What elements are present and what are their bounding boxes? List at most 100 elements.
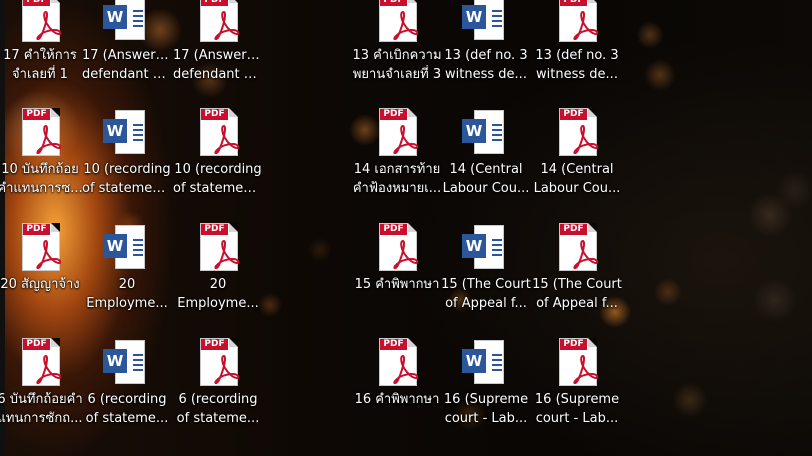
file-name-line-2: Employme... [86,296,168,311]
file-name-label: 13 (def no. 3 witness de... [441,46,531,84]
pdf-tag: PDF [380,339,407,350]
file-name-line-1: 15 (The Court [441,277,531,292]
desktop-file-pdf[interactable]: PDF 17 คำให้การ จำเลยที่ 1 [0,0,85,110]
desktop-file-word[interactable]: W 20 Employme... [82,223,172,339]
word-logo-icon: W [462,234,486,258]
desktop-file-pdf[interactable]: PDF 14 (Central Labour Cou... [532,108,622,224]
desktop-file-word[interactable]: W 15 (The Court of Appeal f... [441,223,531,339]
desktop-file-pdf[interactable]: PDF 15 คำพิพากษา [352,223,442,339]
pdf-file-icon: PDF [16,0,64,44]
desktop-file-pdf[interactable]: PDF 6 บันทึกถ้อยคำแทนการซักถ... [0,338,85,454]
file-name-label: 16 (Supreme court - Lab... [532,390,622,428]
word-logo-icon: W [103,5,127,29]
desktop-file-pdf[interactable]: PDF 10 (recording of statemen... [173,108,263,224]
pdf-file-icon: PDF [16,223,64,273]
word-logo-icon: W [103,349,127,373]
file-name-label: 16 (Supreme court - Lab... [441,390,531,428]
file-name-line-1: 6 (recording [178,392,258,407]
word-file-icon: W [462,223,510,273]
file-name-line-2: of stateme... [85,411,169,426]
word-file-icon: W [462,338,510,388]
desktop-file-pdf[interactable]: PDF 14 เอกสารท้าย คำฟ้องหมายเ... [352,108,442,224]
desktop-file-pdf[interactable]: PDF 15 (The Court of Appeal f... [532,223,622,339]
desktop-file-word[interactable]: W 6 (recording of stateme... [82,338,172,454]
file-name-line-2: of Appeal f... [445,296,527,311]
pdf-tag: PDF [201,224,228,235]
file-name-label: 6 (recording of stateme... [173,390,263,428]
pdf-tag: PDF [23,224,50,235]
desktop-file-pdf[interactable]: PDF 17 (Answer of defendant n... [173,0,263,110]
file-name-line-1: 20 [118,277,136,292]
acrobat-swirl-icon [573,124,598,154]
file-name-line-1: 20 สัญญาจ้าง [0,277,80,292]
pdf-tag: PDF [560,339,587,350]
file-name-line-2: defendant n... [82,67,172,82]
word-logo-icon: W [462,349,486,373]
pdf-tag: PDF [23,339,50,350]
pdf-file-icon: PDF [553,223,601,273]
file-name-label: 6 บันทึกถ้อยคำแทนการซักถ... [0,390,85,428]
acrobat-swirl-icon [36,10,61,40]
file-name-label: 17 คำให้การจำเลยที่ 1 [0,46,85,84]
desktop-file-pdf[interactable]: PDF 16 (Supreme court - Lab... [532,338,622,454]
file-name-line-2: witness de... [536,67,618,82]
acrobat-swirl-icon [36,354,61,384]
file-name-line-1: 6 (recording [87,392,167,407]
file-name-line-2: defendant n... [173,67,263,82]
pdf-tag: PDF [23,109,50,120]
word-logo-icon: W [103,119,127,143]
file-name-label: 14 (Central Labour Cou... [532,160,622,198]
file-name-line-2: Labour Cou... [533,181,621,196]
file-name-line-1: 14 (Central [449,162,523,177]
file-name-line-1: 6 บันทึกถ้อยคำ [0,392,83,407]
desktop-file-word[interactable]: W 13 (def no. 3 witness de... [441,0,531,110]
file-name-line-2: คำฟ้องหมายเ... [352,181,442,196]
desktop-file-pdf[interactable]: PDF 13 คำเบิกความ พยานจำเลยที่ 3 [352,0,442,110]
acrobat-swirl-icon [573,239,598,269]
file-name-line-2: คำแทนการซ... [0,181,83,196]
file-name-label: 13 (def no. 3 witness de... [532,46,622,84]
desktop-file-word[interactable]: W 14 (Central Labour Cou... [441,108,531,224]
file-name-label: 17 (Answer of defendant n... [173,46,263,84]
desktop-file-pdf[interactable]: PDF 20 Employme... [173,223,263,339]
pdf-file-icon: PDF [194,0,242,44]
file-name-line-2: แทนการซักถ... [0,411,83,426]
acrobat-swirl-icon [214,124,239,154]
file-name-line-2: of Appeal f... [536,296,618,311]
file-name-label: 15 คำพิพากษา [352,275,442,294]
acrobat-swirl-icon [36,124,61,154]
pdf-file-icon: PDF [553,108,601,158]
acrobat-swirl-icon [393,124,418,154]
word-file-icon: W [103,338,151,388]
pdf-file-icon: PDF [194,223,242,273]
word-file-icon: W [462,108,510,158]
pdf-tag: PDF [560,0,587,6]
desktop-file-pdf[interactable]: PDF 13 (def no. 3 witness de... [532,0,622,110]
desktop-file-word[interactable]: W 10 (recording of statemen... [82,108,172,224]
file-name-line-2: of statemen... [82,181,172,196]
file-name-line-2: of statemen... [173,181,263,196]
acrobat-swirl-icon [214,10,239,40]
file-name-label: 15 (The Court of Appeal f... [532,275,622,313]
desktop-file-pdf[interactable]: PDF 6 (recording of stateme... [173,338,263,454]
desktop-file-word[interactable]: W 16 (Supreme court - Lab... [441,338,531,454]
file-name-label: 13 คำเบิกความ พยานจำเลยที่ 3 [352,46,442,84]
desktop-file-pdf[interactable]: PDF 20 สัญญาจ้าง [0,223,85,339]
file-name-label: 14 (Central Labour Cou... [441,160,531,198]
file-name-line-2: จำเลยที่ 1 [12,67,68,82]
desktop-file-word[interactable]: W 17 (Answer of defendant n... [82,0,172,110]
pdf-tag: PDF [201,0,228,6]
file-name-line-2: court - Lab... [444,411,528,426]
file-name-label: 15 (The Court of Appeal f... [441,275,531,313]
file-name-line-1: 13 คำเบิกความ [352,48,442,63]
file-name-line-1: 17 (Answer of [173,48,263,63]
pdf-tag: PDF [560,109,587,120]
desktop-file-pdf[interactable]: PDF 10 บันทึกถ้อย คำแทนการซ... [0,108,85,224]
word-file-icon: W [103,223,151,273]
pdf-file-icon: PDF [553,0,601,44]
file-name-line-1: 15 (The Court [532,277,622,292]
file-name-line-2: Employme... [177,296,259,311]
file-name-line-1: 17 คำให้การ [3,48,77,63]
desktop-file-pdf[interactable]: PDF 16 คำพิพากษา [352,338,442,454]
file-name-label: 14 เอกสารท้าย คำฟ้องหมายเ... [352,160,442,198]
